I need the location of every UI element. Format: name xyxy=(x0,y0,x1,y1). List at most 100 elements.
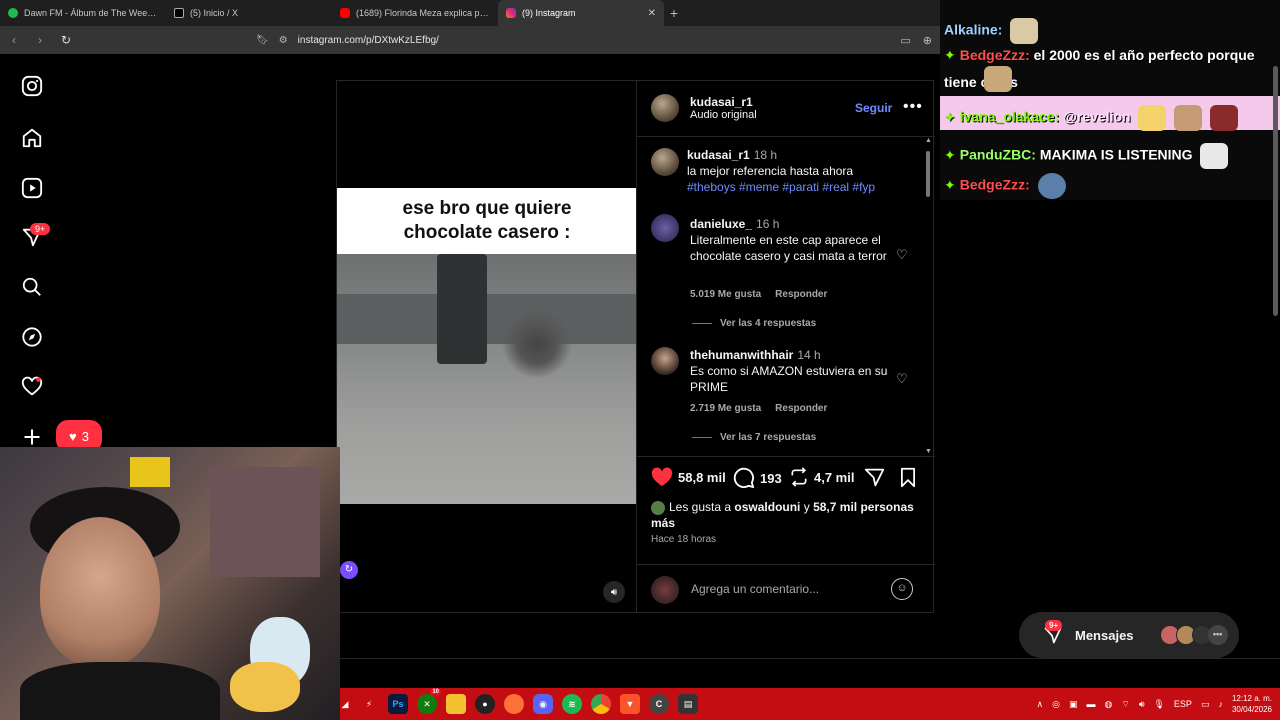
background-crown xyxy=(130,457,170,487)
reload-icon[interactable]: ↻ xyxy=(60,33,72,47)
emoji-icon[interactable]: ☺ xyxy=(891,578,913,600)
tab-youtube[interactable]: (1689) Florinda Meza explica porque xyxy=(332,0,498,26)
comment-avatar[interactable] xyxy=(651,347,679,375)
app-icon[interactable]: ◢ xyxy=(340,694,350,714)
tray-expand-icon[interactable]: ∧ xyxy=(1037,699,1044,710)
screen-icon[interactable]: ▭ xyxy=(900,34,910,47)
page-scrollbar-thumb[interactable] xyxy=(1273,66,1278,316)
comment-author[interactable]: thehumanwithhair xyxy=(690,348,793,362)
like-comment-icon[interactable]: ♡ xyxy=(896,247,908,263)
add-comment-input[interactable]: Agrega un comentario... xyxy=(691,582,819,596)
app-c-icon[interactable]: C xyxy=(649,694,669,714)
mic-icon[interactable]: 🎙︎ xyxy=(1153,699,1164,710)
zoom-icon[interactable]: ⊕ xyxy=(923,34,932,47)
tray-app-icon[interactable]: ◎ xyxy=(1052,699,1060,710)
caption-hashtags[interactable]: #theboys #meme #parati #real #fyp xyxy=(687,180,875,194)
video-text-overlay: ese bro que quiere chocolate casero : xyxy=(337,188,637,254)
site-info-icon[interactable]: ⚙︎ xyxy=(279,35,288,46)
save-action[interactable] xyxy=(899,467,917,488)
overlay-line-1: ese bro que quiere xyxy=(402,198,572,219)
spotify-taskbar-icon[interactable]: ≋ xyxy=(562,694,582,714)
repost-action[interactable]: 4,7 mil xyxy=(789,467,854,487)
tab-x[interactable]: (5) Inicio / X xyxy=(166,0,332,26)
like-action[interactable]: 58,8 mil xyxy=(651,467,726,487)
chat-username: BedgeZzz: xyxy=(959,47,1030,63)
scroll-up-arrow[interactable]: ▲ xyxy=(925,137,932,144)
page-scrollbar[interactable] xyxy=(1272,56,1280,656)
forward-icon[interactable]: › xyxy=(34,33,46,47)
scrollbar-thumb[interactable] xyxy=(926,151,930,197)
messages-widget[interactable]: 9+ Mensajes ••• xyxy=(1019,612,1239,658)
share-action[interactable] xyxy=(864,467,885,488)
like-comment-icon[interactable]: ♡ xyxy=(896,371,908,387)
sound-icon[interactable]: ♪ xyxy=(1218,699,1223,709)
steam-icon[interactable]: ◍ xyxy=(1104,699,1112,710)
post-media[interactable]: ese bro que quiere chocolate casero : 🔊︎ xyxy=(336,80,637,613)
back-icon[interactable]: ‹ xyxy=(8,33,20,47)
more-avatars-icon: ••• xyxy=(1207,625,1228,645)
chat-message: Alkaline: xyxy=(944,18,1039,44)
notifications-heart-icon[interactable] xyxy=(20,375,44,399)
windows-taskbar: ◢ ⚡︎ Ps ✕ 10 ● ◉ ≋ ▼ C ▤ ∧ ◎ ▣ ▬ ◍ ⌔ 🔊︎ 🎙… xyxy=(340,688,1280,720)
reply-button[interactable]: Responder xyxy=(775,289,827,300)
bookmark-icon[interactable]: 🔖︎ xyxy=(256,35,269,46)
folder-icon[interactable] xyxy=(446,694,466,714)
author-username[interactable]: kudasai_r1 xyxy=(690,95,757,109)
obs-icon[interactable]: ● xyxy=(475,694,495,714)
explore-icon[interactable] xyxy=(20,325,44,349)
clock[interactable]: 12:12 a. m. 30/04/2026 xyxy=(1232,693,1272,715)
create-plus-icon[interactable] xyxy=(20,425,44,449)
tab-instagram[interactable]: (9) Instagram ✕ xyxy=(498,0,664,26)
xbox-icon[interactable]: ✕ 10 xyxy=(417,689,441,714)
home-icon[interactable] xyxy=(20,126,44,150)
comment-author[interactable]: danieluxe_ xyxy=(690,217,752,231)
search-icon[interactable] xyxy=(20,275,44,299)
language-indicator[interactable]: ESP xyxy=(1174,699,1192,709)
comment-avatar[interactable] xyxy=(651,214,679,242)
brave-icon[interactable]: ▼ xyxy=(620,694,640,714)
lightning-app-icon[interactable]: ⚡︎ xyxy=(359,694,379,714)
liked-by-user[interactable]: oswaldouni xyxy=(734,500,800,514)
new-tab-button[interactable]: + xyxy=(664,5,684,21)
page-divider xyxy=(340,658,1280,659)
follow-button[interactable]: Seguir xyxy=(855,101,892,115)
add-comment-bar: Agrega un comentario... ☺ xyxy=(637,564,935,614)
wifi-icon[interactable]: ⌔ xyxy=(1121,699,1129,710)
firefox-icon[interactable] xyxy=(504,694,524,714)
tray-app-icon[interactable]: ▣ xyxy=(1069,699,1078,710)
chrome-icon[interactable] xyxy=(591,694,611,714)
caption-author[interactable]: kudasai_r1 xyxy=(687,148,750,162)
instagram-logo-icon[interactable] xyxy=(20,74,44,98)
floating-repost-icon[interactable]: ↻ xyxy=(340,561,358,579)
display-icon[interactable]: ▭ xyxy=(1201,699,1210,710)
caption-avatar[interactable] xyxy=(651,148,679,176)
app-icon[interactable]: ▤ xyxy=(678,694,698,714)
reply-button[interactable]: Responder xyxy=(775,403,827,414)
reels-icon[interactable] xyxy=(20,176,44,200)
view-replies[interactable]: Ver las 7 respuestas xyxy=(692,432,816,443)
scroll-down-arrow[interactable]: ▼ xyxy=(925,448,932,455)
video-frame[interactable] xyxy=(337,254,637,504)
tray-app-icon[interactable]: ▬ xyxy=(1086,699,1095,709)
photoshop-icon[interactable]: Ps xyxy=(388,694,408,714)
more-options-icon[interactable]: ••• xyxy=(903,98,923,116)
author-avatar[interactable] xyxy=(651,94,679,122)
close-tab-icon[interactable]: ✕ xyxy=(648,8,656,19)
discord-icon[interactable]: ◉ xyxy=(533,694,553,714)
tab-dawn-fm[interactable]: Dawn FM - Álbum de The Weeknd | S xyxy=(0,0,166,26)
view-replies[interactable]: Ver las 4 respuestas xyxy=(692,318,816,329)
url-field[interactable]: 🔖︎ ⚙︎ instagram.com/p/DXtwKzLEfbg/ xyxy=(86,35,886,46)
volume-icon[interactable]: 🔊︎ xyxy=(1139,699,1145,710)
tab-title: (9) Instagram xyxy=(522,8,576,18)
comment-likes[interactable]: 5.019 Me gusta xyxy=(690,289,761,300)
post-header: kudasai_r1 Audio original Seguir ••• xyxy=(637,81,935,137)
audio-label[interactable]: Audio original xyxy=(690,109,757,121)
post-time[interactable]: Hace 18 horas xyxy=(651,534,716,545)
audio-toggle-icon[interactable]: 🔊︎ xyxy=(603,581,625,603)
comment-likes[interactable]: 2.719 Me gusta xyxy=(690,403,761,414)
bookmark-save-icon xyxy=(901,467,915,488)
highlighted-chat-message: ✦ ivana_olakace: @revelion xyxy=(940,96,1280,131)
comment-action[interactable]: 193 xyxy=(733,467,782,489)
heart-icon: ♥ xyxy=(69,428,77,444)
comments-scrollbar[interactable]: ▲ ▼ xyxy=(924,137,932,455)
